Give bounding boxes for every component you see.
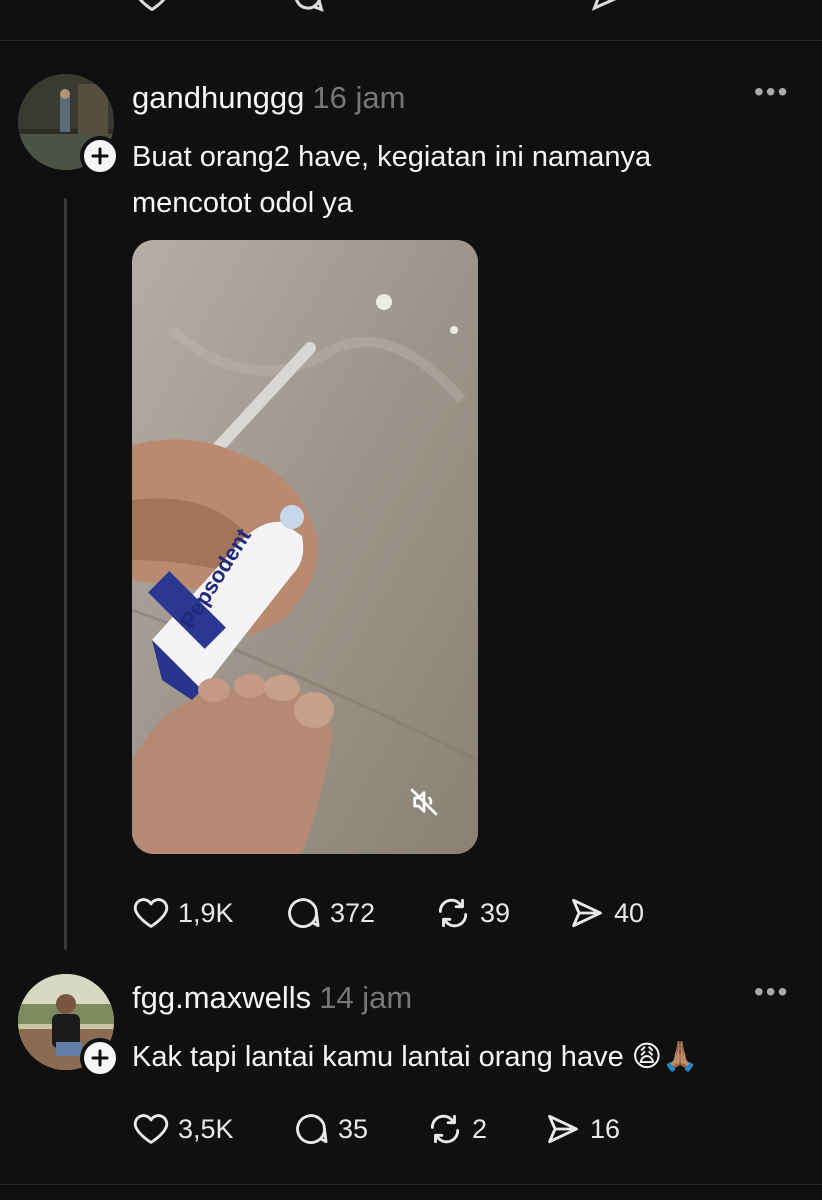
post-header: fgg.maxwells 14 jam bbox=[132, 980, 412, 1016]
previous-post-actions bbox=[130, 0, 690, 12]
divider bbox=[0, 1184, 822, 1185]
share-count: 40 bbox=[614, 897, 645, 928]
send-icon bbox=[548, 1114, 578, 1144]
timestamp: 14 jam bbox=[319, 980, 413, 1015]
like-button[interactable]: 3,5K bbox=[132, 1110, 234, 1148]
divider bbox=[0, 40, 822, 41]
post-video[interactable]: Pepsodent bbox=[132, 240, 478, 854]
comment-bubble-icon bbox=[296, 1114, 328, 1144]
repost-icon[interactable] bbox=[440, 0, 476, 14]
timestamp: 16 jam bbox=[312, 80, 406, 115]
comment-button[interactable]: 35 bbox=[292, 1110, 368, 1148]
video-frame: Pepsodent bbox=[132, 240, 478, 854]
reply-text: Kak tapi lantai kamu lantai orang have 😩… bbox=[132, 1041, 699, 1073]
username[interactable]: fgg.maxwells bbox=[132, 980, 311, 1015]
comment-bubble-icon[interactable] bbox=[290, 0, 326, 14]
repost-button[interactable]: 2 bbox=[426, 1110, 487, 1148]
comment-count: 35 bbox=[338, 1113, 369, 1144]
more-dots-icon[interactable]: ••• bbox=[754, 76, 789, 108]
send-icon bbox=[572, 898, 602, 928]
like-count: 1,9K bbox=[178, 897, 234, 928]
plus-icon bbox=[91, 147, 109, 165]
post-text: Buat orang2 have, kegiatan ini namanya m… bbox=[132, 134, 651, 226]
heart-icon bbox=[133, 1114, 169, 1144]
like-button[interactable]: 1,9K bbox=[132, 894, 234, 932]
like-count: 3,5K bbox=[178, 1113, 234, 1144]
username[interactable]: gandhunggg bbox=[132, 80, 304, 115]
post-text-line: mencotot odol ya bbox=[132, 187, 353, 219]
follow-button[interactable] bbox=[80, 136, 120, 176]
send-icon[interactable] bbox=[590, 0, 626, 14]
more-dots-icon[interactable]: ••• bbox=[754, 976, 789, 1008]
comment-bubble-icon bbox=[288, 898, 320, 928]
muted-speaker-icon[interactable] bbox=[408, 786, 440, 818]
share-button[interactable]: 40 bbox=[568, 894, 644, 932]
post-header: gandhunggg 16 jam bbox=[132, 80, 405, 116]
heart-icon[interactable] bbox=[134, 0, 170, 14]
comment-button[interactable]: 372 bbox=[284, 894, 375, 932]
repost-icon bbox=[430, 1114, 460, 1144]
comment-count: 372 bbox=[330, 897, 376, 928]
thread-line bbox=[64, 198, 67, 950]
follow-button[interactable] bbox=[80, 1038, 120, 1078]
repost-count: 2 bbox=[472, 1113, 488, 1144]
heart-icon bbox=[133, 898, 169, 928]
share-count: 16 bbox=[590, 1113, 621, 1144]
repost-button[interactable]: 39 bbox=[434, 894, 510, 932]
repost-count: 39 bbox=[480, 897, 511, 928]
plus-icon bbox=[91, 1049, 109, 1067]
post-text-line: Buat orang2 have, kegiatan ini namanya bbox=[132, 141, 652, 173]
repost-icon bbox=[438, 898, 468, 928]
share-button[interactable]: 16 bbox=[544, 1110, 620, 1148]
